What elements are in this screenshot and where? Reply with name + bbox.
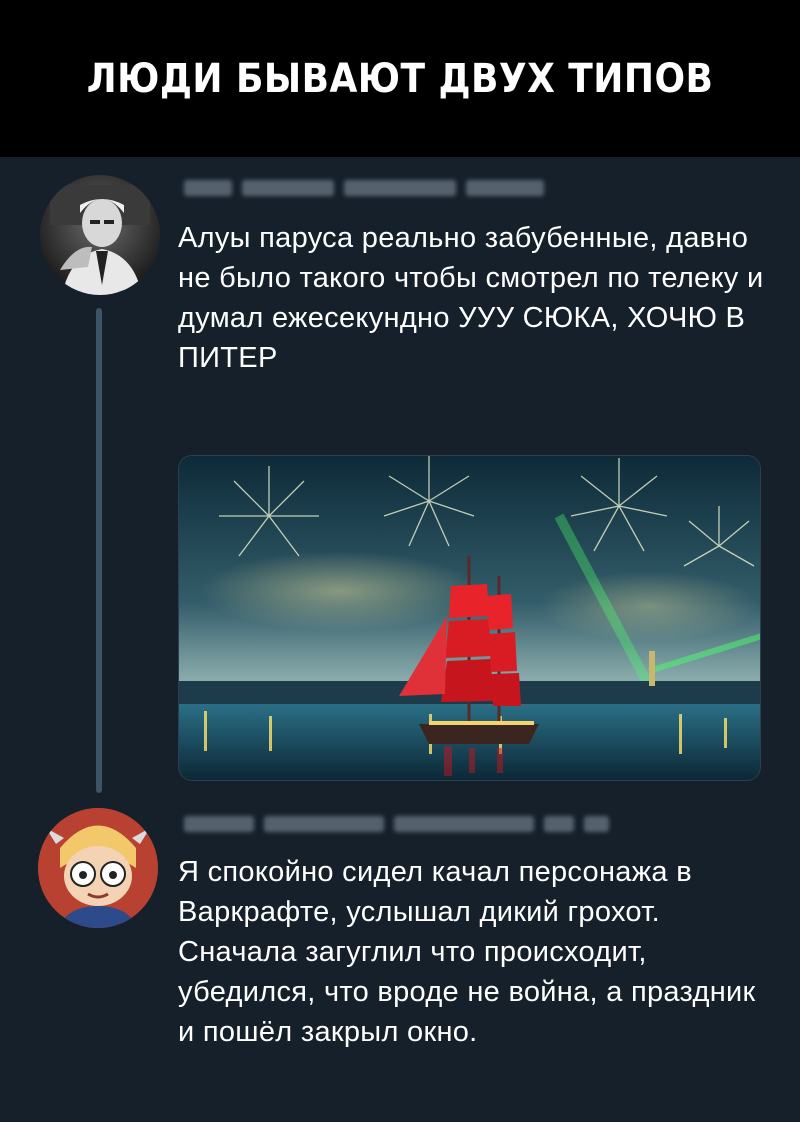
avatar-image [40, 175, 160, 295]
avatar[interactable] [38, 808, 158, 928]
tweet-photo[interactable] [178, 455, 761, 781]
avatar-image [38, 808, 158, 928]
tweet-text: Алуы паруса реально забубенные, давно не… [178, 222, 764, 374]
thread-line [96, 308, 102, 793]
tweet-text: Я спокойно сидел качал персонажа в Варкр… [178, 856, 756, 1048]
meme-banner: ЛЮДИ БЫВАЮТ ДВУХ ТИПОВ [0, 0, 800, 157]
scarlet-sails-image [179, 456, 760, 780]
author-name-blurred[interactable] [184, 180, 544, 196]
author-name-blurred[interactable] [184, 816, 609, 832]
avatar[interactable] [40, 175, 160, 295]
banner-title: ЛЮДИ БЫВАЮТ ДВУХ ТИПОВ [86, 55, 714, 102]
